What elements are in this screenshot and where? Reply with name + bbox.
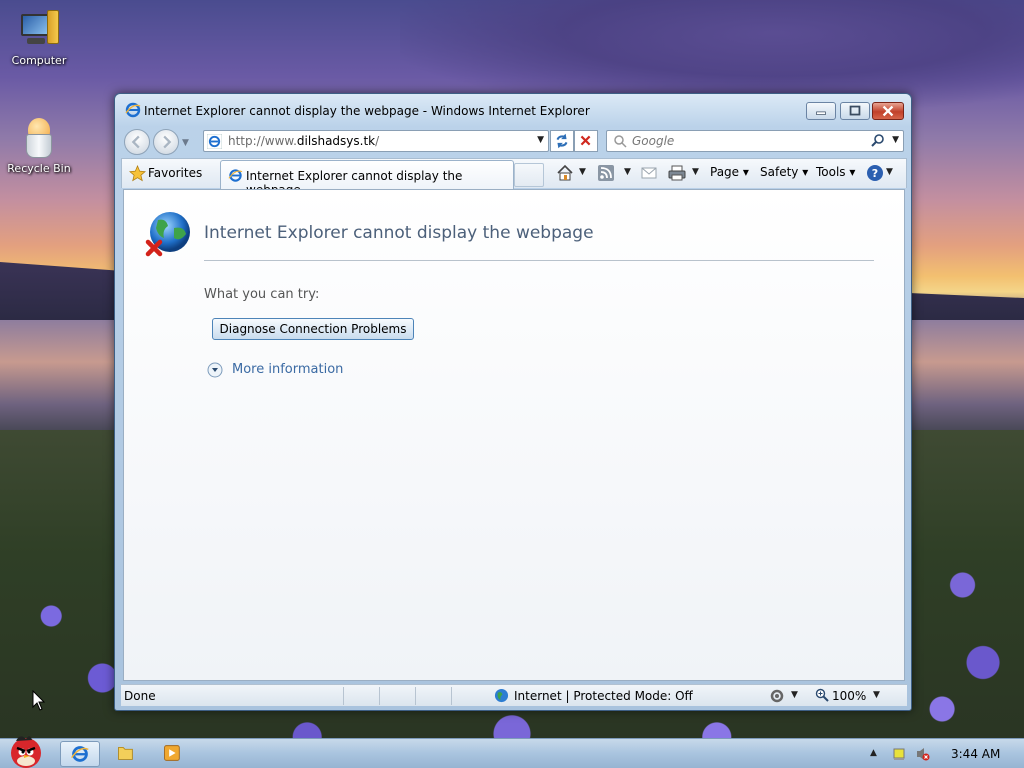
divider [204, 260, 874, 261]
search-box[interactable]: Google ▼ [606, 130, 904, 152]
status-separator [415, 687, 416, 705]
address-url[interactable]: http://www.dilshadsys.tk/ [228, 134, 379, 148]
forward-arrow-icon [163, 135, 172, 149]
status-separator [379, 687, 380, 705]
page-content: Internet Explorer cannot display the web… [123, 189, 905, 681]
search-icon[interactable] [871, 134, 885, 148]
more-information-link[interactable]: More information [232, 362, 343, 377]
command-bar: Favorites Internet Explorer cannot displ… [121, 158, 907, 197]
status-text: Done [124, 689, 156, 703]
favorites-star-icon [129, 165, 146, 182]
recycle-bin-icon [17, 116, 61, 160]
desktop-icon-recycle-bin[interactable]: Recycle Bin [2, 116, 76, 175]
ie-logo-icon [71, 746, 89, 762]
globe-error-icon [145, 212, 190, 257]
stop-x-icon [580, 135, 591, 146]
feeds-dropdown-icon[interactable]: ▼ [624, 167, 631, 177]
folder-icon [118, 747, 133, 760]
action-center-flag-icon[interactable] [891, 746, 907, 762]
network-disconnected-icon[interactable] [914, 746, 930, 762]
system-clock[interactable]: 3:44 AM [951, 747, 1000, 761]
back-arrow-icon [131, 135, 140, 149]
feeds-icon[interactable] [597, 164, 615, 182]
maximize-button[interactable] [840, 102, 870, 120]
taskbar: ▲ 3:44 AM [0, 736, 1024, 768]
desktop-icon-computer[interactable]: Computer [2, 8, 76, 67]
mail-icon[interactable] [640, 164, 658, 182]
forward-button[interactable] [153, 129, 179, 155]
desktop-icon-label: Recycle Bin [7, 162, 71, 175]
ie-window: Internet Explorer cannot display the web… [114, 93, 912, 711]
refresh-icon [556, 133, 568, 149]
diagnose-connection-button[interactable]: Diagnose Connection Problems [212, 318, 414, 340]
minimize-icon [816, 111, 826, 115]
ie-page-icon [207, 134, 222, 149]
zoom-dropdown-icon[interactable]: ▼ [873, 690, 880, 700]
safety-menu[interactable]: Safety ▾ [760, 165, 808, 179]
desktop-icon-label: Computer [11, 54, 67, 67]
internet-zone-icon[interactable] [494, 688, 509, 703]
taskbar-media-player[interactable] [152, 741, 192, 767]
zoom-level[interactable]: 100% [832, 689, 866, 703]
search-placeholder: Google [632, 134, 675, 148]
media-player-icon [164, 745, 180, 761]
print-icon[interactable] [668, 164, 686, 182]
address-bar[interactable]: http://www.dilshadsys.tk/ ▼ [203, 130, 549, 152]
home-icon[interactable] [556, 164, 574, 182]
new-tab-button[interactable] [514, 163, 544, 187]
try-label: What you can try: [204, 287, 320, 302]
mouse-cursor-icon [32, 690, 46, 711]
status-separator [343, 687, 344, 705]
search-options-dropdown[interactable]: ▼ [892, 135, 899, 145]
ie-page-icon [228, 169, 243, 182]
zoom-icon[interactable] [815, 688, 829, 702]
page-title: Internet Explorer cannot display the web… [204, 223, 594, 243]
help-dropdown-icon[interactable]: ▼ [886, 167, 893, 177]
address-dropdown-icon[interactable]: ▼ [537, 135, 544, 145]
chevron-down-circle-icon[interactable] [207, 362, 223, 378]
favorites-button[interactable]: Favorites [124, 162, 208, 186]
print-dropdown-icon[interactable]: ▼ [692, 167, 699, 177]
tools-menu[interactable]: Tools ▾ [816, 165, 855, 179]
status-separator [451, 687, 452, 705]
show-hidden-icons-button[interactable]: ▲ [870, 748, 877, 758]
title-bar[interactable]: Internet Explorer cannot display the web… [115, 94, 911, 126]
window-title: Internet Explorer cannot display the web… [144, 104, 590, 118]
home-dropdown-icon[interactable]: ▼ [579, 167, 586, 177]
settings-gear-icon[interactable] [769, 688, 785, 704]
favorites-label: Favorites [148, 166, 203, 180]
svg-text:?: ? [872, 167, 878, 180]
page-menu[interactable]: Page ▾ [710, 165, 749, 179]
computer-icon [17, 8, 61, 52]
stop-button[interactable] [574, 130, 598, 152]
search-provider-icon [614, 135, 627, 148]
recent-pages-dropdown[interactable]: ▼ [182, 138, 192, 148]
taskbar-windows-explorer[interactable] [106, 741, 146, 767]
security-zone-text[interactable]: Internet | Protected Mode: Off [514, 689, 693, 703]
tab-active[interactable]: Internet Explorer cannot display the web… [220, 160, 514, 197]
close-icon [882, 105, 894, 117]
status-dropdown-icon[interactable]: ▼ [791, 690, 798, 700]
start-button-angry-bird-icon[interactable] [2, 731, 48, 768]
back-button[interactable] [124, 129, 150, 155]
close-button[interactable] [872, 102, 904, 120]
taskbar-internet-explorer[interactable] [60, 741, 100, 767]
refresh-button[interactable] [550, 130, 574, 152]
ie-logo-icon [125, 102, 141, 118]
status-bar: Done Internet | Protected Mode: Off ▼ 10… [121, 684, 907, 706]
minimize-button[interactable] [806, 102, 836, 120]
help-icon[interactable]: ? [866, 164, 884, 182]
maximize-icon [849, 105, 861, 116]
